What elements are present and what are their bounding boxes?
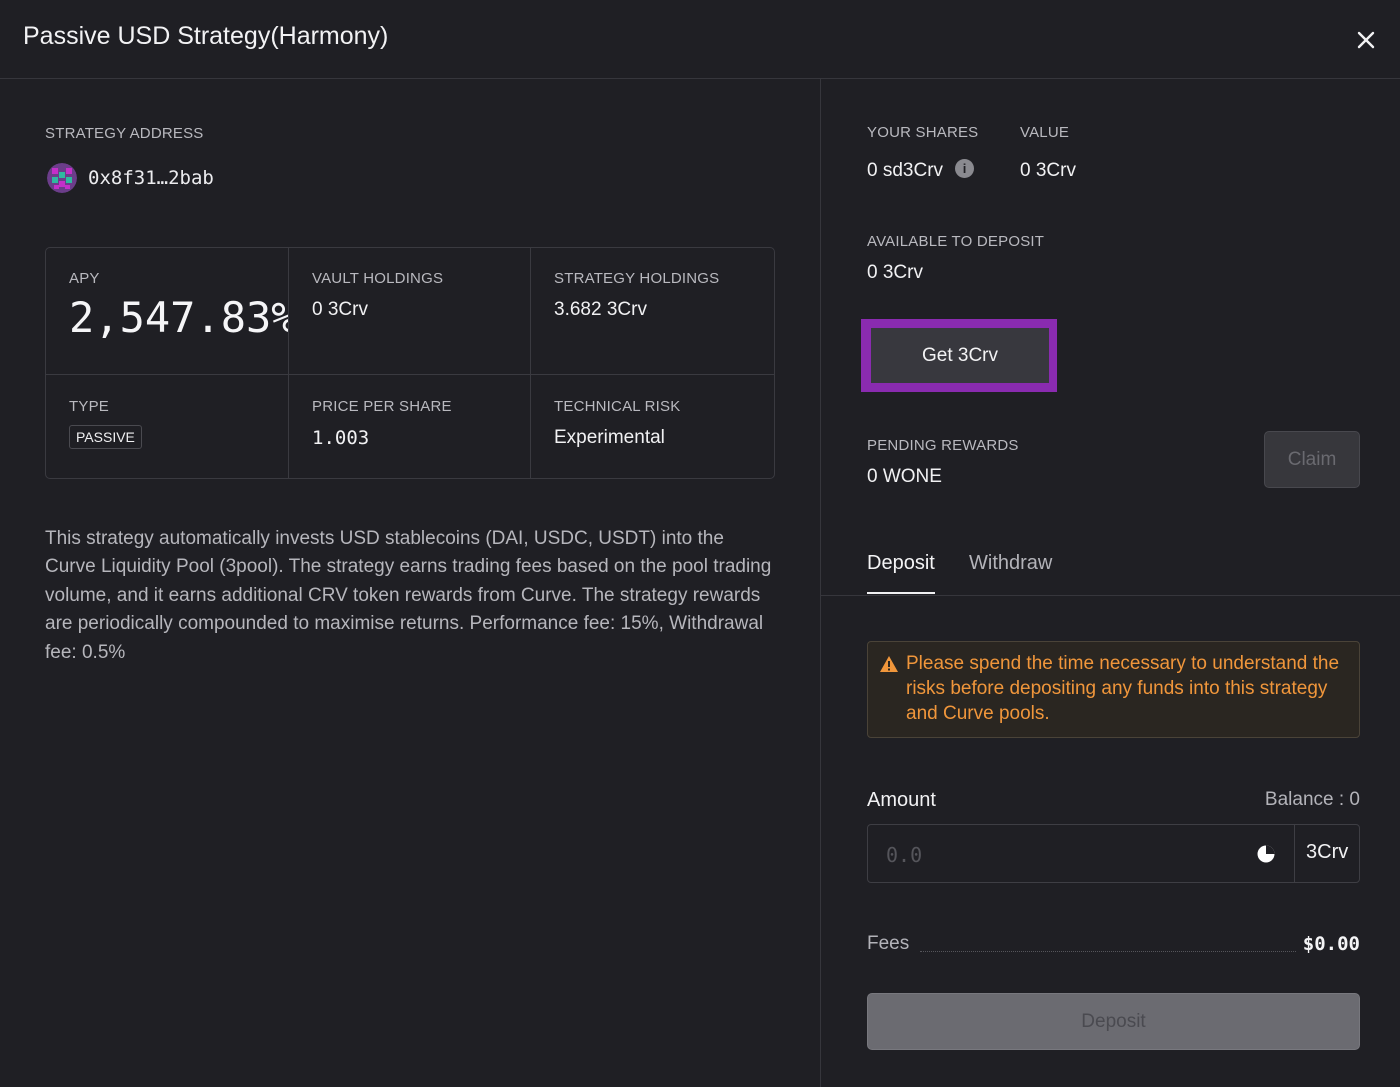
strategy-address[interactable]: 0x8f31…2bab <box>88 167 214 189</box>
amount-label: Amount <box>867 789 936 811</box>
close-icon[interactable] <box>1352 26 1380 54</box>
pending-rewards-label: PENDING REWARDS <box>867 437 1019 454</box>
technical-risk-label: TECHNICAL RISK <box>554 398 681 415</box>
get-3crv-highlight: Get 3Crv <box>861 319 1057 392</box>
apy-label: APY <box>69 270 100 287</box>
value-value: 0 3Crv <box>1020 160 1076 181</box>
modal-title: Passive USD Strategy(Harmony) <box>23 22 389 50</box>
your-shares-value: 0 sd3Crv <box>867 160 944 181</box>
your-shares-label: YOUR SHARES <box>867 124 979 141</box>
risk-warning: Please spend the time necessary to under… <box>867 641 1360 738</box>
vault-holdings-label: VAULT HOLDINGS <box>312 270 444 287</box>
claim-button[interactable]: Claim <box>1264 431 1360 488</box>
tabs-divider <box>821 595 1400 596</box>
warning-icon <box>880 656 898 672</box>
amount-input[interactable] <box>884 839 1228 871</box>
strategy-address-label: STRATEGY ADDRESS <box>45 125 204 142</box>
get-3crv-button[interactable]: Get 3Crv <box>871 328 1049 383</box>
panel-divider <box>820 79 821 1087</box>
type-cell: TYPE PASSIVE <box>69 398 279 476</box>
pending-rewards-value: 0 WONE <box>867 466 942 487</box>
fees-leader-dots <box>920 951 1296 952</box>
value-label: VALUE <box>1020 124 1070 141</box>
deposit-button[interactable]: Deposit <box>867 993 1360 1050</box>
active-tab-indicator <box>867 592 935 594</box>
tab-deposit[interactable]: Deposit <box>867 552 935 575</box>
amount-field: 3Crv <box>867 824 1360 883</box>
strategy-holdings-cell: STRATEGY HOLDINGS 3.682 3Crv <box>554 270 769 370</box>
tab-withdraw[interactable]: Withdraw <box>969 552 1052 575</box>
strategy-description: This strategy automatically invests USD … <box>45 528 772 663</box>
stats-grid: APY 2,547.83% VAULT HOLDINGS 0 3Crv STRA… <box>45 247 775 479</box>
vault-holdings-cell: VAULT HOLDINGS 0 3Crv <box>312 270 522 370</box>
apy-value: 2,547.83% <box>69 293 288 342</box>
balance-text: Balance : 0 <box>1264 789 1360 810</box>
available-to-deposit-label: AVAILABLE TO DEPOSIT <box>867 233 1045 250</box>
strategy-holdings-value: 3.682 3Crv <box>554 299 647 320</box>
your-shares-value-row: 0 sd3Crv i <box>867 159 975 182</box>
technical-risk-value: Experimental <box>554 427 665 448</box>
price-per-share-value: 1.003 <box>312 427 370 449</box>
price-per-share-label: PRICE PER SHARE <box>312 398 452 415</box>
vault-holdings-value: 0 3Crv <box>312 299 368 320</box>
modal-header: Passive USD Strategy(Harmony) <box>0 0 1400 79</box>
type-badge: PASSIVE <box>69 425 142 449</box>
risk-warning-text: Please spend the time necessary to under… <box>906 653 1340 724</box>
address-avatar-icon <box>47 163 77 193</box>
amount-unit-separator <box>1294 825 1295 882</box>
amount-unit: 3Crv <box>1306 841 1349 863</box>
fees-value: $0.00 <box>1302 933 1360 955</box>
strategy-holdings-label: STRATEGY HOLDINGS <box>554 270 720 287</box>
apy-cell: APY 2,547.83% <box>69 270 288 370</box>
available-to-deposit-value: 0 3Crv <box>867 262 923 283</box>
price-per-share-cell: PRICE PER SHARE 1.003 <box>312 398 522 476</box>
fees-label: Fees <box>867 933 910 954</box>
strategy-address-row[interactable]: 0x8f31…2bab <box>47 163 214 193</box>
type-label: TYPE <box>69 398 109 415</box>
max-pie-icon[interactable] <box>1256 844 1276 864</box>
info-icon[interactable]: i <box>955 159 975 179</box>
technical-risk-cell: TECHNICAL RISK Experimental <box>554 398 769 476</box>
